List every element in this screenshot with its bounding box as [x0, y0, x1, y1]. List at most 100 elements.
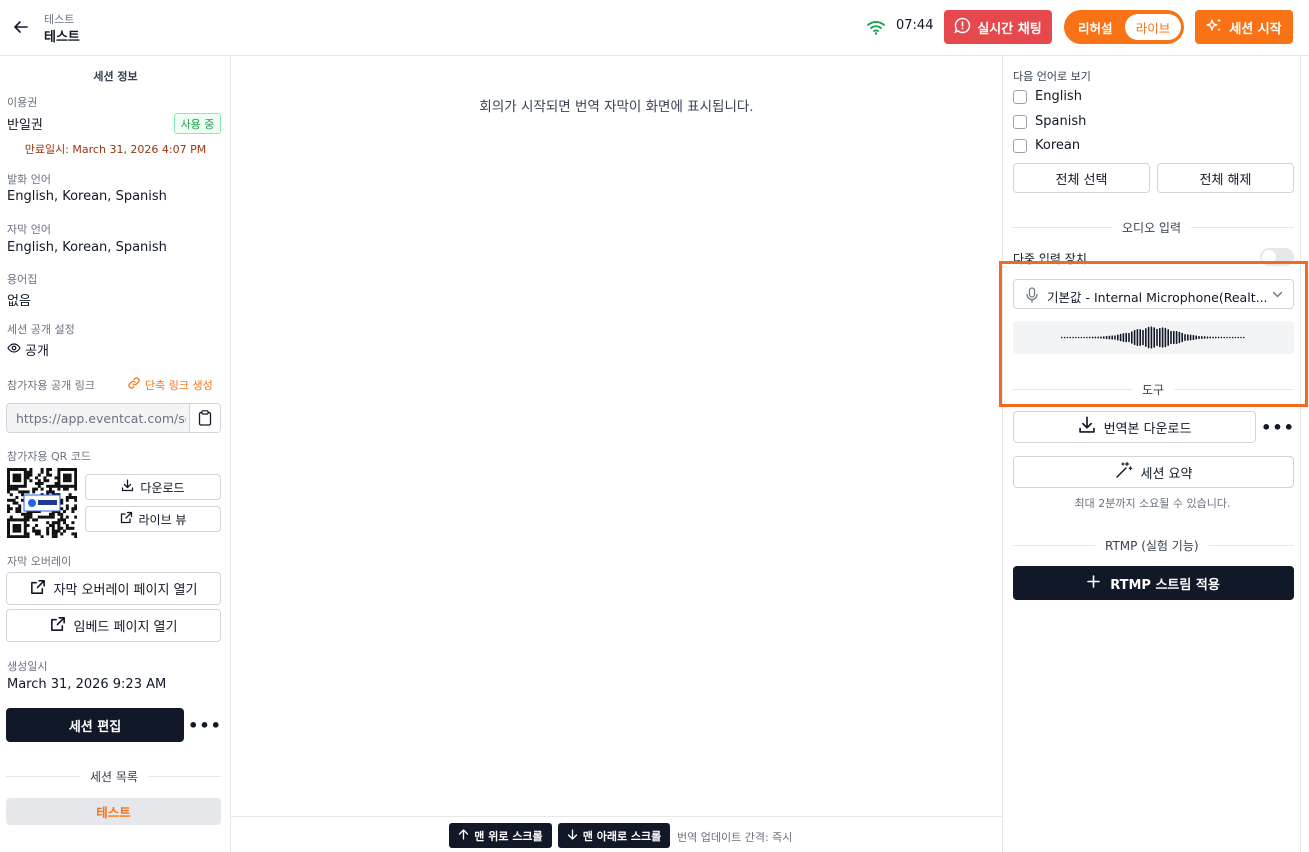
- tools-label: 도구: [1132, 381, 1175, 398]
- status-badge: 사용 중: [174, 113, 221, 134]
- back-arrow-icon[interactable]: [10, 16, 32, 38]
- visibility-label: 세션 공개 설정: [7, 323, 75, 336]
- qr-download-button[interactable]: 다운로드: [85, 474, 221, 500]
- language-option-label: Korean: [1035, 138, 1081, 153]
- session-clock: 07:44: [896, 18, 934, 33]
- clipboard-icon[interactable]: [189, 404, 220, 432]
- arrow-up-icon: [458, 828, 469, 843]
- language-option-label: English: [1035, 89, 1082, 104]
- session-info-panel: 세션 정보 이용권 반일권 사용 중 만료일시: March 31, 2026 …: [0, 56, 231, 852]
- wifi-icon: [866, 17, 886, 37]
- start-session-button[interactable]: 세션 시작: [1195, 10, 1293, 44]
- eye-icon: [7, 341, 21, 359]
- expiry-text: 만료일시: March 31, 2026 4:07 PM: [24, 143, 207, 156]
- overlay-label: 자막 오버레이: [7, 555, 72, 568]
- more-options-button[interactable]: •••: [188, 712, 221, 738]
- visibility-row: 공개: [7, 340, 49, 359]
- visibility-value: 공개: [25, 344, 49, 359]
- page-title: 테스트: [44, 30, 80, 45]
- settings-panel: 다음 언어로 보기 English Spanish Korean 전체 선택 전…: [1002, 56, 1301, 852]
- open-embed-label: 임베드 페이지 열기: [73, 620, 178, 635]
- public-link-field[interactable]: https://app.eventcat.com/se: [6, 403, 221, 433]
- arrow-down-icon: [567, 828, 578, 843]
- deselect-all-button[interactable]: 전체 해제: [1157, 163, 1294, 193]
- live-view-label: 라이브 뷰: [138, 512, 187, 527]
- mode-rehearsal[interactable]: 리허설: [1078, 18, 1125, 37]
- qr-code-image: [7, 468, 78, 539]
- tools-more-button[interactable]: •••: [1261, 414, 1294, 440]
- magic-wand-icon: [1115, 461, 1133, 483]
- live-chat-button[interactable]: 실시간 채팅: [944, 10, 1052, 44]
- language-option-label: Spanish: [1035, 114, 1087, 129]
- open-overlay-button[interactable]: 자막 오버레이 페이지 열기: [6, 572, 221, 605]
- microphone-select[interactable]: 기본값 - Internal Microphone(Realt...: [1013, 279, 1294, 309]
- update-interval-text: 번역 업데이트 간격: 즉시: [677, 831, 793, 844]
- rtmp-stream-label: RTMP 스트림 적용: [1110, 577, 1220, 593]
- microphone-icon: [1025, 287, 1039, 307]
- checkbox[interactable]: [1013, 138, 1027, 153]
- open-overlay-label: 자막 오버레이 페이지 열기: [53, 583, 198, 598]
- session-summary-label: 세션 요약: [1140, 466, 1193, 482]
- scroll-bottom-button[interactable]: 맨 아래로 스크롤: [558, 823, 670, 848]
- multi-input-label: 다중 입력 장치: [1013, 252, 1087, 266]
- mode-live[interactable]: 라이브: [1125, 14, 1181, 40]
- checkbox[interactable]: [1013, 89, 1027, 104]
- qr-download-label: 다운로드: [140, 480, 185, 495]
- multi-input-toggle[interactable]: [1260, 248, 1294, 266]
- start-session-label: 세션 시작: [1229, 21, 1282, 37]
- transcript-placeholder: 회의가 시작되면 번역 자막이 화면에 표시됩니다.: [479, 99, 754, 115]
- download-translation-label: 번역본 다운로드: [1103, 421, 1192, 437]
- scroll-bar: 맨 위로 스크롤 맨 아래로 스크롤 번역 업데이트 간격: 즉시: [231, 816, 1002, 852]
- download-icon: [1078, 416, 1096, 438]
- sparkles-icon: [1206, 17, 1223, 38]
- audio-input-label: 오디오 입력: [1112, 219, 1192, 236]
- license-label: 이용권: [7, 96, 38, 109]
- download-icon: [121, 479, 134, 495]
- session-info-title: 세션 정보: [93, 70, 138, 83]
- speech-language-value: English, Korean, Spanish: [7, 189, 167, 204]
- subtitle-language-label: 자막 언어: [7, 223, 51, 236]
- language-option[interactable]: Spanish: [1013, 114, 1086, 129]
- view-language-label: 다음 언어로 보기: [1013, 70, 1091, 83]
- created-value: March 31, 2026 9:23 AM: [7, 677, 167, 692]
- short-link-button[interactable]: 단축 링크 생성: [127, 376, 213, 393]
- audio-waveform: [1013, 321, 1294, 354]
- language-option[interactable]: English: [1013, 89, 1082, 104]
- external-link-icon: [30, 579, 46, 599]
- scroll-bottom-label: 맨 아래로 스크롤: [582, 829, 662, 843]
- breadcrumb: 테스트: [44, 13, 75, 26]
- glossary-label: 용어집: [7, 273, 38, 286]
- edit-session-button[interactable]: 세션 편집: [6, 708, 184, 742]
- checkbox[interactable]: [1013, 114, 1027, 129]
- mode-toggle[interactable]: 리허설 라이브: [1064, 10, 1184, 44]
- select-all-button[interactable]: 전체 선택: [1013, 163, 1150, 193]
- subtitle-language-value: English, Korean, Spanish: [7, 240, 167, 255]
- rtmp-stream-button[interactable]: RTMP 스트림 적용: [1013, 566, 1294, 600]
- external-link-icon: [50, 616, 66, 636]
- download-translation-button[interactable]: 번역본 다운로드: [1013, 411, 1256, 443]
- top-header: 테스트 테스트 07:44 실시간 채팅 리허설 라이브 세션 시작: [0, 0, 1309, 56]
- open-embed-button[interactable]: 임베드 페이지 열기: [6, 609, 221, 642]
- qr-code-label: 참가자용 QR 코드: [7, 450, 92, 463]
- speech-language-label: 발화 언어: [7, 173, 51, 186]
- public-link-label: 참가자용 공개 링크: [7, 379, 95, 392]
- glossary-value: 없음: [7, 294, 31, 309]
- chat-alert-icon: [954, 17, 971, 38]
- created-label: 생성일시: [7, 660, 48, 673]
- language-option[interactable]: Korean: [1013, 138, 1080, 153]
- link-icon: [127, 376, 141, 393]
- public-link-url: https://app.eventcat.com/se: [16, 411, 186, 426]
- transcript-area: 회의가 시작되면 번역 자막이 화면에 표시됩니다. 맨 위로 스크롤 맨 아래…: [231, 56, 1002, 852]
- microphone-device: 기본값 - Internal Microphone(Realt...: [1047, 290, 1268, 305]
- license-value: 반일권: [7, 118, 43, 133]
- scroll-top-button[interactable]: 맨 위로 스크롤: [449, 823, 552, 848]
- chevron-down-icon: [1272, 289, 1283, 304]
- summary-note: 최대 2분까지 소요될 수 있습니다.: [1074, 497, 1231, 510]
- rtmp-label: RTMP (실험 기능): [1095, 537, 1209, 554]
- live-chat-label: 실시간 채팅: [977, 21, 1042, 37]
- session-summary-button[interactable]: 세션 요약: [1013, 456, 1294, 488]
- live-view-button[interactable]: 라이브 뷰: [85, 506, 221, 532]
- session-list-item[interactable]: 테스트: [6, 798, 221, 825]
- plus-icon: [1087, 574, 1100, 592]
- scroll-top-label: 맨 위로 스크롤: [474, 829, 543, 843]
